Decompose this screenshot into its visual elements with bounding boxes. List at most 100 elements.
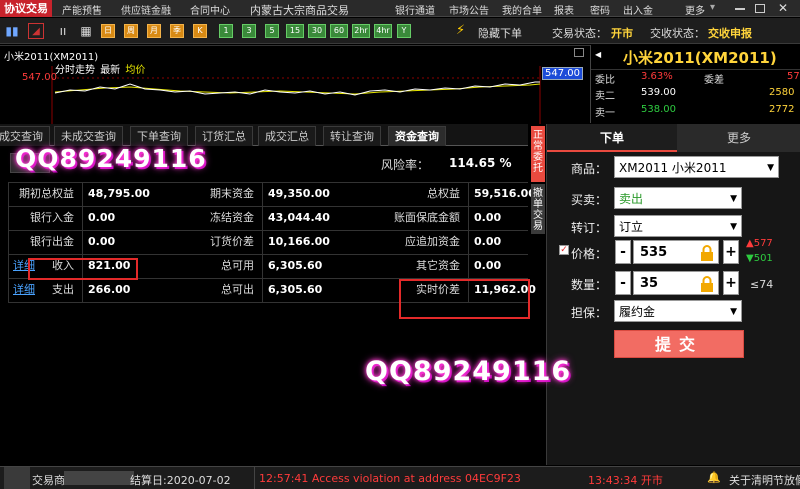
product-select[interactable]: XM2011 小米2011 ▼	[614, 156, 779, 178]
period-30min-button[interactable]: 30	[308, 24, 326, 38]
side-select[interactable]: 卖出 ▼	[614, 187, 742, 209]
quote-value: 3.63%	[641, 71, 673, 82]
period-year-button[interactable]: Y	[397, 24, 411, 38]
chevron-down-icon: ▼	[730, 307, 737, 317]
fund-label: 支出	[52, 283, 74, 296]
tab-unfilled-query[interactable]: 未成交查询	[54, 126, 123, 146]
period-1min-button[interactable]: 1	[219, 24, 233, 38]
tab-funds-query[interactable]: 资金查询	[388, 126, 446, 146]
price-label: 价格：	[570, 247, 607, 261]
quote-panel: ◀ 小米2011(XM2011) 委比 3.63% 委差 57 卖二 539.0…	[590, 45, 800, 123]
menu-contract-center[interactable]: 合同中心	[190, 2, 230, 17]
price-lock-icon[interactable]	[700, 245, 714, 261]
top-menu-bar: 协议交易 产能预售 供应链金融 合同中心 内蒙古大宗商品交易 银行通道 市场公告…	[0, 0, 800, 17]
menu-supply-chain-finance[interactable]: 供应链金融	[121, 2, 171, 17]
period-5min-button[interactable]: 5	[265, 24, 279, 38]
vtab-cancel-trade[interactable]: 撤单交易	[531, 184, 545, 234]
price-decrement-button[interactable]: -	[615, 240, 631, 264]
grid-line	[82, 182, 83, 303]
chevron-down-icon: ▼	[767, 163, 774, 173]
error-message-area: 12:57:41 Access violation at address 04E…	[254, 467, 524, 489]
period-3min-button[interactable]: 3	[242, 24, 256, 38]
period-4hr-button[interactable]: 4hr	[374, 24, 392, 38]
price-upper-value: 577	[753, 238, 773, 249]
menu-market-notice[interactable]: 市场公告	[449, 2, 489, 17]
tab-place-order[interactable]: 下单	[547, 124, 677, 152]
price-input[interactable]: 535	[633, 240, 719, 264]
collect-status-value: 交收申报	[708, 27, 752, 40]
quote-row-ask1: 卖一 538.00 2772	[591, 103, 800, 119]
tab-order-query[interactable]: 下单查询	[130, 126, 188, 146]
menu-protocol-trade[interactable]: 协议交易	[0, 0, 52, 17]
period-2hr-button[interactable]: 2hr	[352, 24, 370, 38]
fund-label: 应追加资金	[405, 235, 460, 248]
hide-order-button[interactable]: 隐藏下单	[478, 25, 522, 41]
candlestick-icon[interactable]: ıı	[55, 23, 71, 39]
bell-icon[interactable]: 🔔	[707, 471, 721, 484]
quote-label: 委比	[595, 75, 615, 86]
fund-value: 10,166.00	[268, 235, 330, 248]
query-tabs: 成交查询 未成交查询 下单查询 订货汇总 成交汇总 转让查询 资金查询	[0, 124, 528, 146]
bar-chart-icon[interactable]: ▮▮	[4, 23, 20, 39]
maximize-icon[interactable]	[755, 4, 765, 13]
menu-capacity-presale[interactable]: 产能预售	[62, 2, 102, 17]
fund-label: 账面保底金额	[394, 211, 460, 224]
menu-reports[interactable]: 报表	[554, 2, 574, 17]
notice-ticker[interactable]: 关于清明节放假	[729, 472, 800, 488]
margin-label: 担保：	[570, 306, 607, 320]
chevron-down-icon: ▼	[730, 194, 737, 204]
period-day-button[interactable]: 日	[101, 24, 115, 38]
period-week-button[interactable]: 周	[124, 24, 138, 38]
collect-status-label: 交收状态：	[650, 27, 705, 40]
fund-label: 银行出金	[30, 235, 74, 248]
fund-value: 6,305.60	[268, 283, 323, 296]
trade-status-value: 开市	[611, 27, 633, 40]
period-k-button[interactable]: K	[193, 24, 207, 38]
period-quarter-button[interactable]: 季	[170, 24, 184, 38]
menu-fund-transfer[interactable]: 出入金	[623, 2, 653, 17]
price-increment-button[interactable]: +	[723, 240, 739, 264]
margin-select[interactable]: 履约金 ▼	[614, 300, 742, 322]
menu-password[interactable]: 密码	[590, 2, 610, 17]
fund-label: 总权益	[427, 187, 460, 200]
quantity-lock-icon[interactable]	[700, 276, 714, 292]
price-lower-value: 501	[753, 253, 773, 264]
price-upper-limit: ▲577	[746, 238, 773, 249]
minimize-icon[interactable]	[735, 8, 745, 10]
status-left-block	[4, 467, 30, 489]
submit-order-button[interactable]: 提交	[614, 330, 744, 358]
chevron-down-icon: ▼	[730, 222, 737, 232]
status-bar: 交易商: 结算日:2020-07-02 12:57:41 Access viol…	[0, 466, 800, 489]
close-icon[interactable]: ✕	[778, 1, 788, 15]
vtab-normal-order[interactable]: 正常委托	[531, 126, 545, 182]
expense-detail-link[interactable]: 详细	[13, 279, 35, 301]
menu-bank-channel[interactable]: 银行通道	[395, 2, 435, 17]
tab-trade-query[interactable]: 成交查询	[0, 126, 50, 146]
quote-row-ratio: 委比 3.63% 委差 57	[591, 69, 800, 86]
tab-order-more[interactable]: 更多	[677, 124, 800, 152]
period-60min-button[interactable]: 60	[330, 24, 348, 38]
quantity-increment-button[interactable]: +	[723, 271, 739, 295]
chevron-left-icon[interactable]: ◀	[595, 50, 601, 59]
chevron-down-icon[interactable]: ▾	[710, 2, 715, 13]
menu-more[interactable]: 更多	[685, 2, 705, 17]
open-close-select[interactable]: 订立 ▼	[614, 215, 742, 237]
period-month-button[interactable]: 月	[147, 24, 161, 38]
line-chart-icon[interactable]: ◢	[28, 23, 44, 39]
fund-value: 6,305.60	[268, 259, 323, 272]
fund-label: 期初总权益	[19, 187, 74, 200]
quantity-decrement-button[interactable]: -	[615, 271, 631, 295]
quantity-input[interactable]: 35	[633, 271, 719, 295]
tab-order-summary[interactable]: 订货汇总	[195, 126, 253, 146]
menu-my-orders[interactable]: 我的合单	[502, 2, 542, 17]
calendar-icon[interactable]: ▦	[78, 23, 94, 39]
fund-value: 49,350.00	[268, 187, 330, 200]
period-15min-button[interactable]: 15	[286, 24, 304, 38]
fund-label: 银行入金	[30, 211, 74, 224]
open-close-value: 订立	[619, 220, 644, 234]
quantity-max: ≤74	[750, 278, 774, 291]
tab-trade-summary[interactable]: 成交汇总	[258, 126, 316, 146]
margin-value: 履约金	[619, 305, 656, 319]
tab-transfer-query[interactable]: 转让查询	[323, 126, 381, 146]
fund-value: 266.00	[88, 283, 131, 296]
